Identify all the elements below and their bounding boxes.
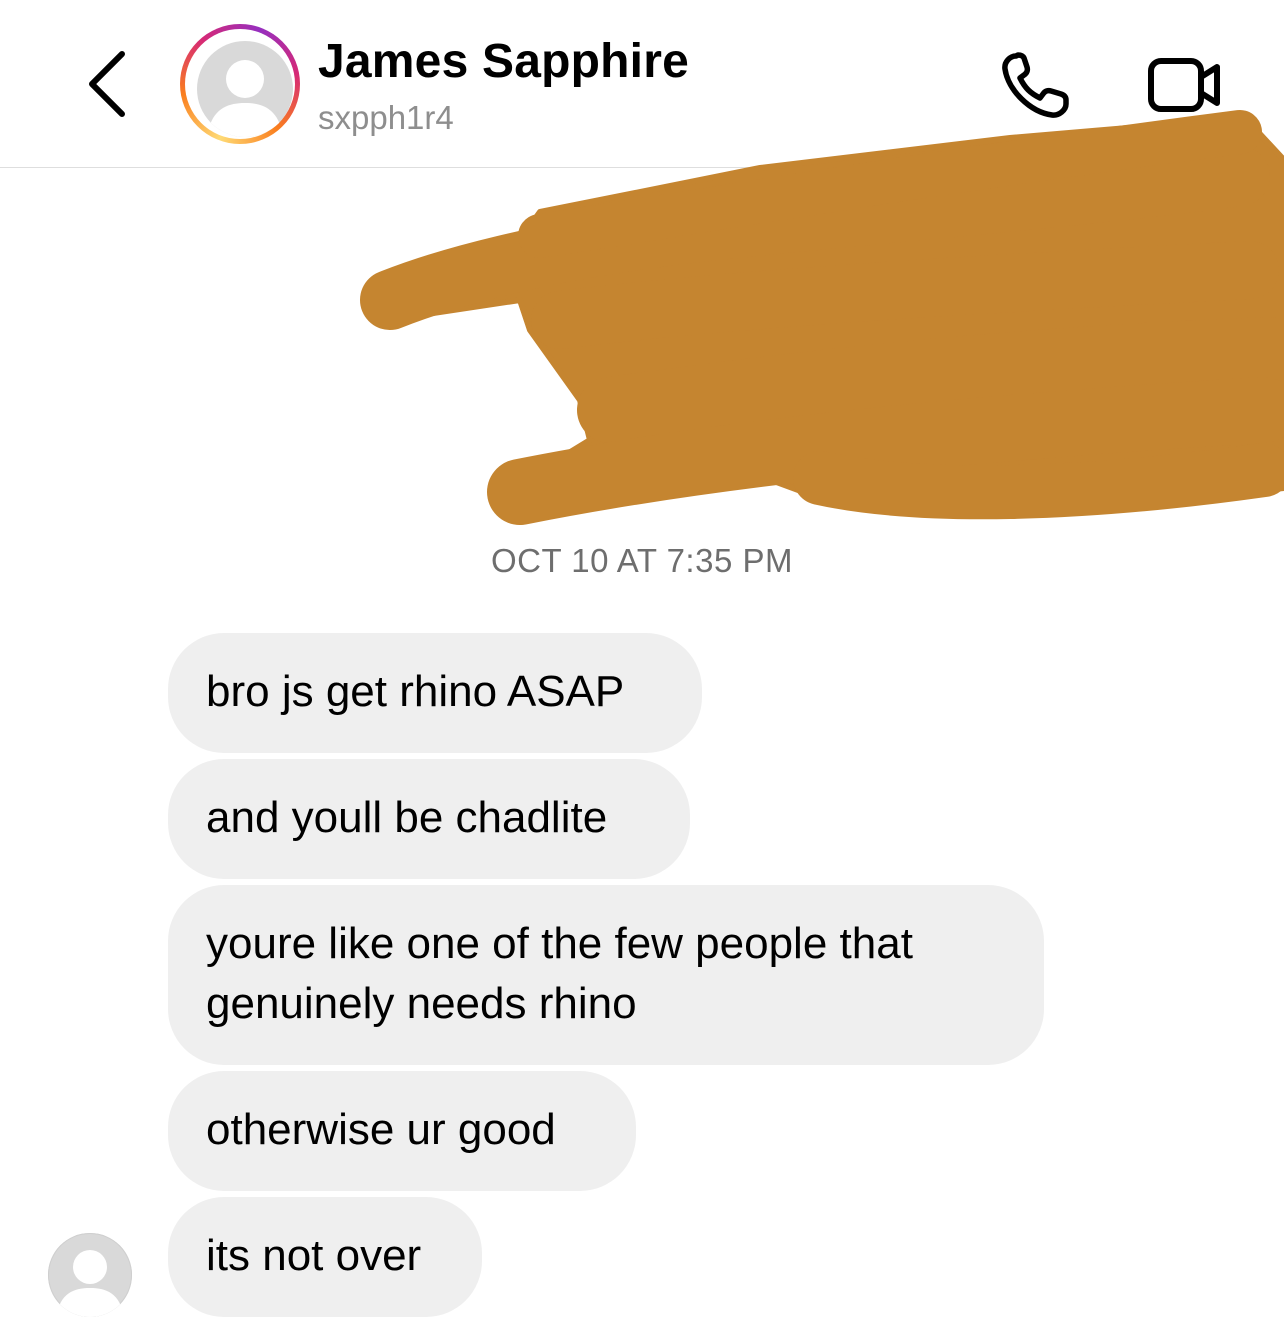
video-call-button[interactable] [1140,50,1230,120]
message-bubble[interactable]: bro js get rhino ASAP [168,633,702,753]
message-bubble[interactable]: and youll be chadlite [168,759,690,879]
message-bubble[interactable]: its not over [168,1197,482,1317]
audio-call-button[interactable] [996,48,1080,124]
message-bubble[interactable]: otherwise ur good [168,1071,636,1191]
message-bubble[interactable]: youre like one of the few people that ge… [168,885,1044,1065]
message-timestamp: OCT 10 AT 7:35 PM [491,542,793,579]
back-button[interactable] [76,44,140,124]
sender-avatar[interactable] [48,1233,132,1317]
contact-avatar[interactable] [180,24,300,144]
default-avatar-icon [56,1250,124,1317]
chevron-left-icon [89,51,125,117]
phone-icon [1002,52,1069,118]
video-camera-icon [1148,58,1220,112]
chat-header: James Sapphire sxpph1r4 [0,0,1284,168]
default-avatar-icon [197,41,293,137]
contact-username[interactable]: sxpph1r4 [318,99,454,137]
contact-name[interactable]: James Sapphire [318,34,689,89]
